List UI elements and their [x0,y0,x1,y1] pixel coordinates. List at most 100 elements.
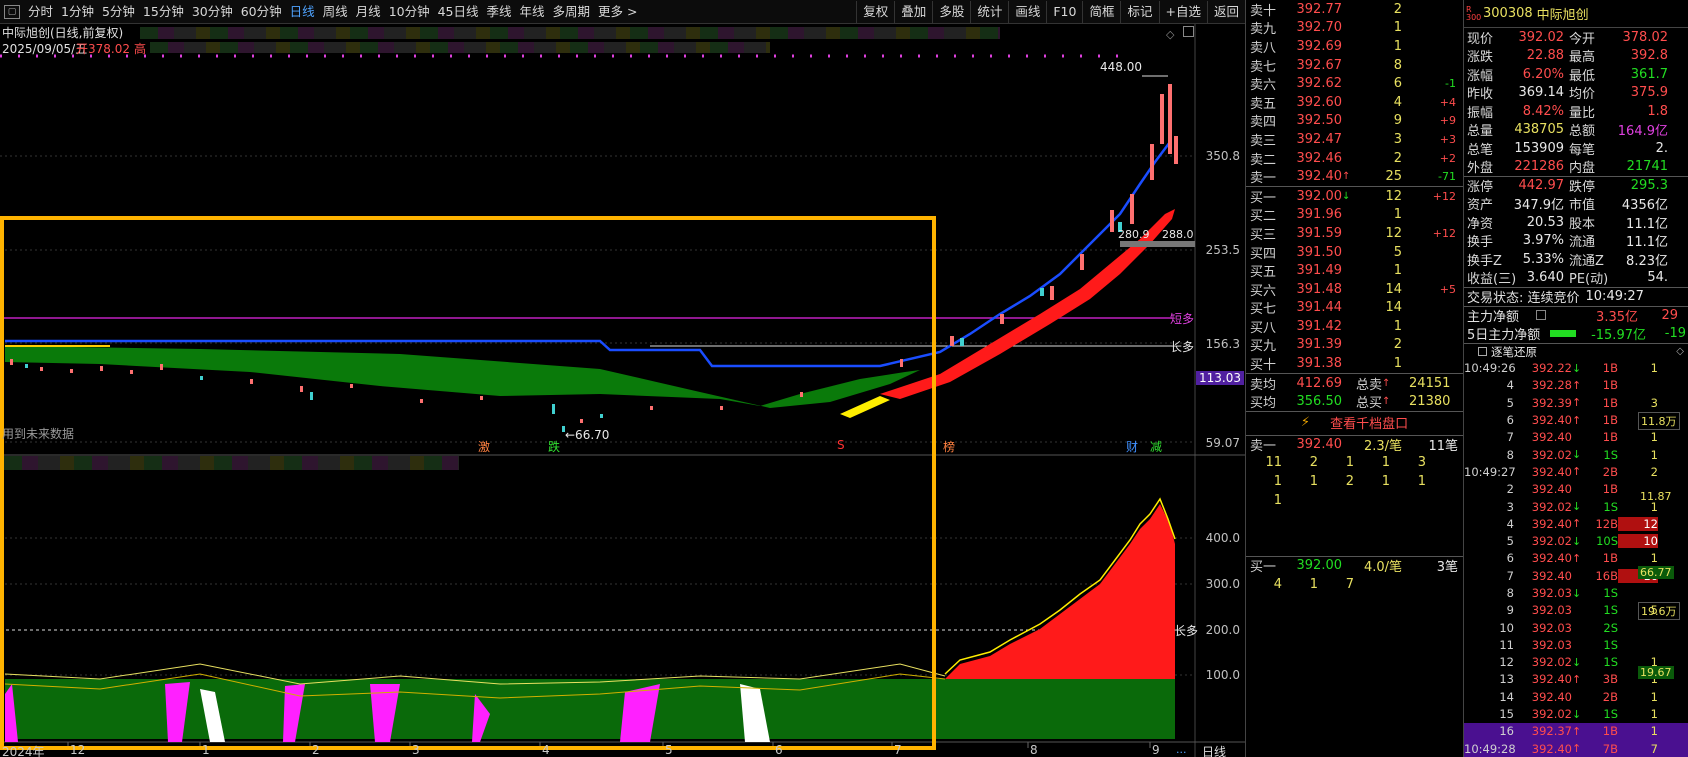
quote-key: 收益(三) [1467,272,1517,288]
sell-row[interactable]: 卖二 392.46 2 +2 [1246,149,1463,168]
ticks-header: 逐笔还原 ◇ [1464,342,1688,360]
sell-row[interactable]: 卖六 392.62 6 -1 [1246,74,1463,93]
tick-row[interactable]: 10:49:26 392.22 ↓ 1B 1 [1464,360,1688,377]
sell-level-label: 卖六 [1250,78,1277,94]
period-tab-1[interactable]: 1分钟 [57,1,98,23]
period-indicator[interactable]: 日线 [1202,743,1226,757]
marker-die[interactable]: 跌 [548,438,560,455]
toolbar-button-9[interactable]: 返回 [1206,0,1245,23]
marker-jian[interactable]: 减 [1150,438,1162,455]
buy-row[interactable]: 买九 391.39 2 [1246,336,1463,354]
buy-row[interactable]: 买六 391.48 14 +5 [1246,280,1463,299]
sell-row[interactable]: 卖四 392.50 9 +9 [1246,112,1463,130]
sell-row[interactable]: 卖三 392.47 3 +3 [1246,130,1463,149]
tick-time: 7 [1506,568,1514,583]
tick-row[interactable]: 8 392.03 ↓ 1S [1464,584,1688,601]
buy-row[interactable]: 买八 391.42 1 [1246,317,1463,336]
main5-label: 5日主力净额 [1467,327,1541,343]
sidebar-toggle-icon[interactable]: ▢ [4,4,20,19]
sell-row[interactable]: 卖十 392.77 2 [1246,0,1463,19]
period-tab-13[interactable]: 多周期 [549,1,595,23]
sell-change: +4 [1439,95,1456,109]
buy-row[interactable]: 买三 391.59 12 +12 [1246,224,1463,243]
x-axis-more[interactable]: ... [1176,743,1187,756]
sell1-detail-row: 1 1 2 1 1 [1246,472,1463,491]
period-tab-3[interactable]: 15分钟 [139,1,188,23]
marker-s[interactable]: S [837,438,845,452]
kline-chart-area[interactable]: 中际旭创(日线,前复权) ◇ 2025/09/05/五 开378.02 高 35… [0,24,1245,757]
sell-row[interactable]: 卖一 392.40 ↑ 25 -71 [1246,167,1463,186]
period-tab-12[interactable]: 年线 [516,1,549,23]
period-tab-7[interactable]: 周线 [319,1,352,23]
tick-volume: 1S [1603,603,1618,618]
toolbar-button-6[interactable]: 简框 [1082,0,1120,23]
toolbar-button-3[interactable]: 统计 [970,0,1008,23]
tick-row[interactable]: 5 392.02 ↓ 10S 10 [1464,532,1688,549]
quote-value: 153909 [1514,140,1564,156]
tick-row[interactable]: 4 392.40 ↑ 12B 12 [1464,515,1688,532]
buy-row[interactable]: 买五 391.49 1 [1246,261,1463,280]
sell-row[interactable]: 卖九 392.70 1 [1246,19,1463,37]
tick-time: 6 [1506,551,1514,566]
ticks-expand-icon[interactable] [1478,347,1487,356]
tick-row[interactable]: 7 392.40 1B 1 [1464,429,1688,446]
short-term-tag: 短多 [1170,312,1195,326]
toolbar-button-4[interactable]: 画线 [1008,0,1046,23]
buy-row[interactable]: 买十 391.38 1 [1246,354,1463,373]
toolbar-button-1[interactable]: 叠加 [894,0,932,23]
low-label: ←66.70 [565,428,610,442]
tick-row[interactable]: 10 392.03 2S [1464,619,1688,636]
tick-volume: 1B [1602,395,1618,410]
trade-time: 10:49:27 [1585,289,1644,305]
period-tab-9[interactable]: 10分钟 [385,1,434,23]
toolbar-button-8[interactable]: +自选 [1158,0,1207,23]
buy-row[interactable]: 买七 391.44 14 [1246,299,1463,317]
quote-value: 54. [1647,270,1668,286]
thousand-level-button[interactable]: ⚡ 查看千档盘口 [1246,411,1463,433]
tick-row[interactable]: 14 392.40 2B 1 [1464,688,1688,705]
quote-row: 涨停 442.97 跌停 295.3 [1464,176,1688,195]
quote-value: 8.23亿 [1626,253,1668,269]
period-tab-11[interactable]: 季线 [483,1,516,23]
buy-row[interactable]: 买四 391.50 5 [1246,243,1463,262]
tick-row[interactable]: 4 392.28 ↑ 1B [1464,377,1688,394]
tick-time: 5 [1506,534,1514,549]
ticks-menu-icon[interactable]: ◇ [1676,346,1684,357]
tick-row[interactable]: 10:49:27 392.40 ↑ 2B 2 [1464,463,1688,480]
period-tab-0[interactable]: 分时 [24,1,57,23]
sell-row[interactable]: 卖八 392.69 1 [1246,37,1463,56]
sell-level-label: 卖一 [1250,171,1277,187]
x-label-2: 2 [312,743,320,757]
market-badge: R 300 [1466,4,1482,22]
period-tab-10[interactable]: 45日线 [434,1,483,23]
tick-row[interactable]: 16 392.37 ↑ 1B 1 [1464,722,1688,741]
sell-price: 392.77 [1296,1,1343,17]
period-tab-2[interactable]: 5分钟 [98,1,139,23]
tick-row[interactable]: 8 392.02 ↓ 1S 1 [1464,446,1688,463]
toolbar-button-5[interactable]: F10 [1046,0,1082,23]
toolbar-button-7[interactable]: 标记 [1120,0,1158,23]
tick-row[interactable]: 11 392.03 1S [1464,636,1688,653]
period-tab-5[interactable]: 60分钟 [237,1,286,23]
period-tab-6[interactable]: 日线 [286,1,319,23]
sell-row[interactable]: 卖七 392.67 8 [1246,56,1463,75]
buy-row[interactable]: 买一 392.00 ↓ 12 +12 [1246,187,1463,206]
toolbar-button-2[interactable]: 多股 [932,0,970,23]
period-tab-14[interactable]: 更多 > [594,1,641,23]
tick-volume: 2B [1602,689,1618,704]
period-tab-4[interactable]: 30分钟 [188,1,237,23]
buy-row[interactable]: 买二 391.96 1 [1246,206,1463,224]
toolbar-button-0[interactable]: 复权 [856,0,894,23]
quote-key: 今开 [1569,31,1596,47]
period-tab-8[interactable]: 月线 [352,1,385,23]
tick-row[interactable]: 15 392.02 ↓ 1S 1 [1464,705,1688,722]
sell-row[interactable]: 卖五 392.60 4 +4 [1246,93,1463,112]
main-net-icon[interactable] [1536,310,1546,321]
tick-row[interactable]: 10:49:28 392.40 ↑ 7B 7 [1464,740,1688,757]
tick-row[interactable]: 6 392.40 ↑ 1B 1 [1464,550,1688,567]
tick-list[interactable]: 10:49:26 392.22 ↓ 1B 1 4 392.28 ↑ 1B 5 392.39 ↑ 1B 3 6… [1464,360,1688,757]
marker-ji[interactable]: 激 [478,438,490,455]
marker-cai[interactable]: 财 [1126,438,1138,455]
tick-row[interactable]: 5 392.39 ↑ 1B 3 [1464,394,1688,411]
marker-bang[interactable]: 榜 [943,438,955,455]
